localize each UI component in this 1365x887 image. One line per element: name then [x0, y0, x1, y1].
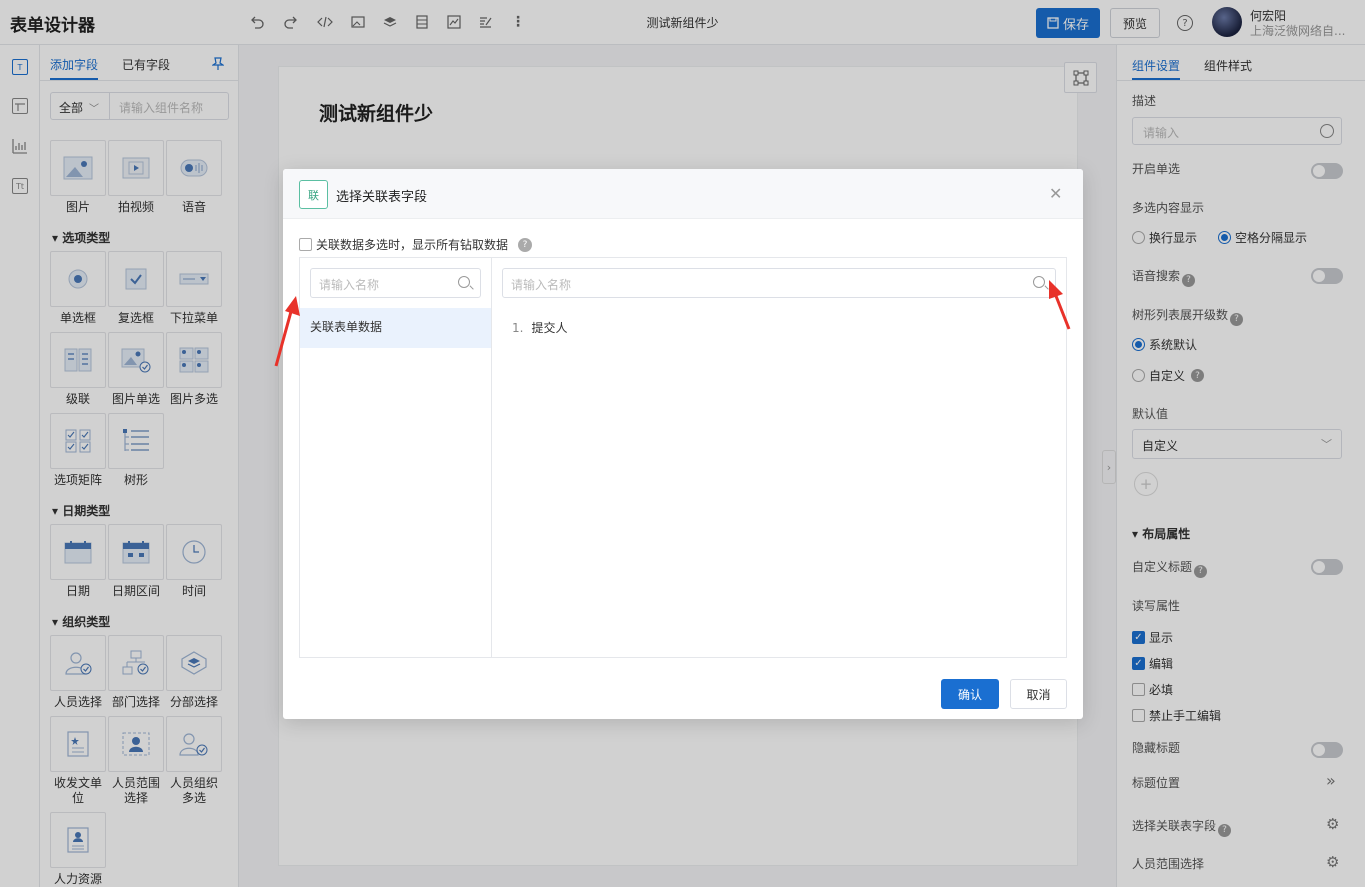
close-icon[interactable]: ✕	[1049, 184, 1062, 203]
logo-text: 联	[308, 188, 319, 202]
confirm-button[interactable]: 确认	[941, 679, 999, 709]
list-item[interactable]: 关联表单数据	[300, 308, 491, 348]
help-icon[interactable]: ?	[518, 237, 533, 252]
field-item[interactable]: 1. 提交人	[512, 319, 567, 336]
select-field-dialog: 联 选择关联表字段 ✕ 关联数据多选时，显示所有钻取数据 ? 请输入名称 关联表…	[283, 169, 1083, 719]
dialog-header: 联 选择关联表字段 ✕	[283, 169, 1083, 219]
cancel-button[interactable]: 取消	[1010, 679, 1067, 709]
form-search-input[interactable]: 请输入名称	[310, 268, 481, 298]
annotation-arrow-right	[1049, 280, 1071, 330]
checkbox-label: 关联数据多选时，显示所有钻取数据	[316, 238, 509, 252]
annotation-arrow-left	[274, 296, 300, 367]
field-index: 1.	[512, 321, 524, 335]
dialog-title: 选择关联表字段	[336, 190, 428, 205]
search-placeholder: 请输入名称	[319, 278, 380, 292]
table-logo-icon: 联	[299, 180, 328, 209]
search-icon[interactable]	[458, 276, 470, 288]
show-drill-data-checkbox[interactable]: 关联数据多选时，显示所有钻取数据 ?	[299, 236, 533, 253]
field-search-input[interactable]: 请输入名称	[502, 268, 1056, 298]
field-label: 提交人	[531, 321, 568, 335]
dialog-body: 请输入名称 关联表单数据 请输入名称 1. 提交人	[299, 257, 1067, 658]
form-list-pane: 请输入名称 关联表单数据	[300, 258, 492, 657]
search-placeholder: 请输入名称	[511, 278, 572, 292]
